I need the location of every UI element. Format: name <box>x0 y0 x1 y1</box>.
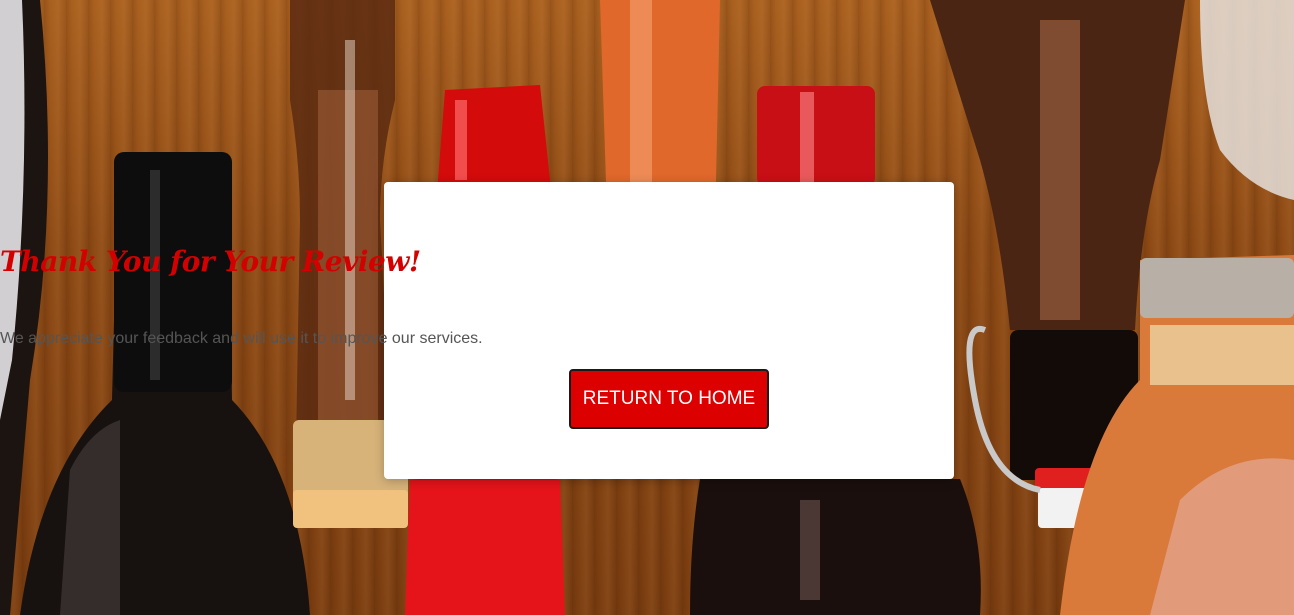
return-to-home-button[interactable]: RETURN TO HOME <box>569 369 769 429</box>
bottle-clear <box>1200 0 1294 200</box>
bottle-dark-center <box>690 479 981 615</box>
bottle-orange <box>600 0 720 182</box>
bottle-red-wax <box>757 86 875 186</box>
modal-message: We appreciate your feedback and will use… <box>0 330 483 347</box>
modal-title: Thank You for Your Review! <box>0 245 421 278</box>
